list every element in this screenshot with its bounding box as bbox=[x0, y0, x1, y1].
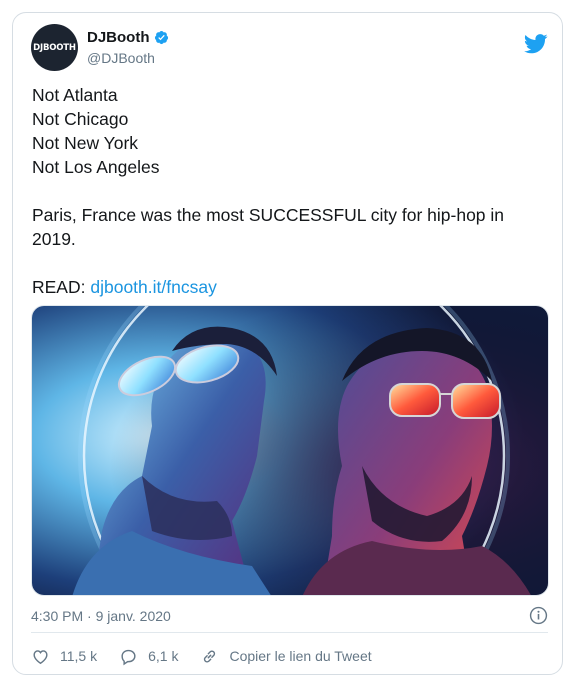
verified-badge-icon bbox=[154, 30, 168, 45]
copy-link-button[interactable]: Copier le lien du Tweet bbox=[200, 647, 372, 666]
avatar-text: DJBOOTH bbox=[33, 42, 76, 53]
like-button[interactable]: 11,5 k bbox=[31, 647, 97, 666]
tweet-line: Not Los Angeles bbox=[32, 157, 160, 177]
display-name[interactable]: DJBooth bbox=[87, 29, 150, 46]
reply-button[interactable]: 6,1 k bbox=[119, 647, 178, 666]
author-block[interactable]: DJBooth @DJBooth bbox=[87, 29, 169, 66]
tweet-read-line: READ: djbooth.it/fncsay bbox=[32, 275, 547, 299]
tweet-header: DJBOOTH DJBooth @DJBooth bbox=[31, 24, 548, 74]
heart-icon bbox=[33, 649, 48, 664]
reply-icon bbox=[121, 649, 136, 665]
tweet-line bbox=[32, 179, 547, 203]
artwork-illustration bbox=[32, 306, 548, 595]
tweet-line: Not Atlanta bbox=[32, 85, 118, 105]
tweet-card: DJBOOTH DJBooth @DJBooth Not Atlanta Not… bbox=[12, 12, 563, 675]
tweet-line: Paris, France was the most SUCCESSFUL ci… bbox=[32, 205, 505, 249]
tweet-line: Not New York bbox=[32, 133, 139, 153]
twitter-bird-icon[interactable] bbox=[524, 34, 548, 54]
timestamp[interactable]: 4:30 PM · 9 janv. 2020 bbox=[31, 608, 171, 624]
handle[interactable]: @DJBooth bbox=[87, 50, 169, 66]
avatar[interactable]: DJBOOTH bbox=[31, 24, 78, 71]
tweet-media-image[interactable] bbox=[31, 305, 549, 596]
tweet-link[interactable]: djbooth.it/fncsay bbox=[90, 277, 216, 297]
like-count: 11,5 k bbox=[60, 648, 98, 664]
tweet-line: Not Chicago bbox=[32, 109, 129, 129]
tweet-text: Not Atlanta Not Chicago Not New York Not… bbox=[32, 83, 547, 299]
read-label: READ: bbox=[32, 277, 91, 297]
reply-count: 6,1 k bbox=[148, 648, 179, 664]
tweet-meta: 4:30 PM · 9 janv. 2020 bbox=[31, 605, 548, 627]
link-icon bbox=[204, 650, 216, 662]
copy-link-label: Copier le lien du Tweet bbox=[229, 648, 372, 664]
tweet-actions: 11,5 k 6,1 k Copier le lien du Tweet bbox=[31, 643, 548, 669]
tweet-line bbox=[32, 251, 547, 275]
divider bbox=[31, 632, 548, 633]
info-icon[interactable] bbox=[529, 606, 548, 625]
